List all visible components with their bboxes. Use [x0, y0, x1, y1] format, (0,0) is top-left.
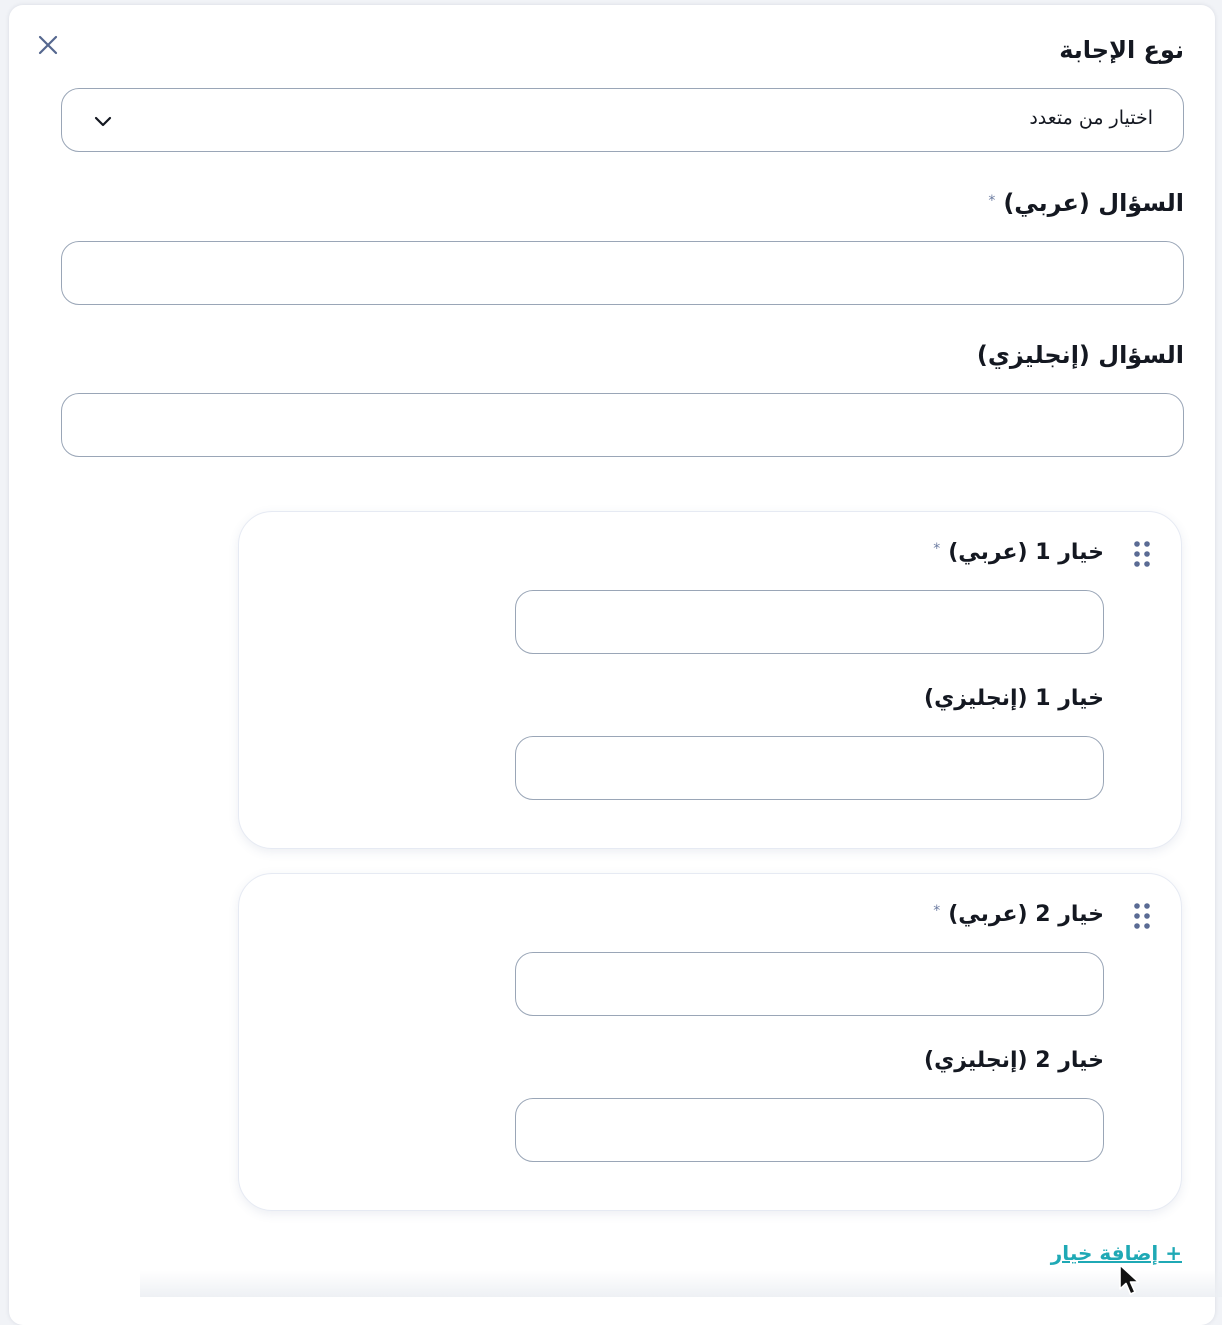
option-1-en-label: خيار 1 (إنجليزي) — [924, 686, 1104, 711]
option-2-ar-label-text: خيار 2 (عربي) — [948, 902, 1104, 927]
chevron-down-icon — [94, 116, 112, 127]
question-ar-label: السؤال (عربي) * — [988, 189, 1184, 217]
required-asterisk: * — [988, 193, 996, 209]
option-2-ar-label: خيار 2 (عربي) * — [933, 902, 1104, 927]
question-en-input[interactable] — [61, 393, 1184, 457]
close-button[interactable] — [36, 33, 60, 57]
required-asterisk: * — [933, 903, 941, 919]
option-1-ar-label-text: خيار 1 (عربي) — [948, 540, 1104, 565]
question-ar-label-text: السؤال (عربي) — [1003, 189, 1184, 217]
drag-handle-icon[interactable] — [1133, 902, 1151, 930]
mouse-cursor-icon — [1119, 1264, 1140, 1295]
bottom-scroll-shadow — [140, 1270, 1222, 1297]
answer-type-select[interactable]: اختيار من متعدد — [61, 88, 1184, 152]
option-1-en-input[interactable] — [515, 736, 1104, 800]
required-asterisk: * — [933, 541, 941, 557]
option-2-en-label-text: خيار 2 (إنجليزي) — [924, 1048, 1104, 1073]
question-en-label: السؤال (إنجليزي) — [977, 341, 1184, 369]
option-2-ar-input[interactable] — [515, 952, 1104, 1016]
drag-handle-icon[interactable] — [1133, 540, 1151, 568]
option-1-en-label-text: خيار 1 (إنجليزي) — [924, 686, 1104, 711]
close-icon — [38, 35, 58, 55]
add-option-link[interactable]: + إضافة خيار — [1051, 1241, 1182, 1265]
option-1-ar-input[interactable] — [515, 590, 1104, 654]
answer-type-selected-value: اختيار من متعدد — [1029, 107, 1153, 129]
question-ar-input[interactable] — [61, 241, 1184, 305]
option-2-en-label: خيار 2 (إنجليزي) — [924, 1048, 1104, 1073]
option-2-en-input[interactable] — [515, 1098, 1104, 1162]
question-en-label-text: السؤال (إنجليزي) — [976, 341, 1184, 369]
answer-type-label-text: نوع الإجابة — [1059, 36, 1184, 64]
answer-type-label: نوع الإجابة — [1059, 36, 1184, 64]
option-1-ar-label: خيار 1 (عربي) * — [933, 540, 1104, 565]
